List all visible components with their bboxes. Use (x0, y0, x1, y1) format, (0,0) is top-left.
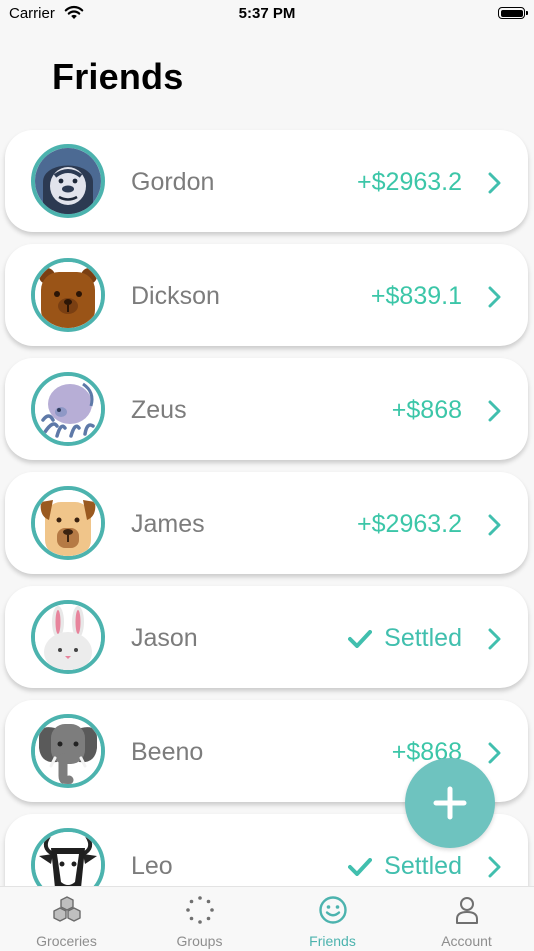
avatar (31, 144, 105, 218)
settled-status: Settled (348, 624, 462, 653)
tab-label: Account (441, 933, 492, 949)
friend-name: Zeus (131, 396, 187, 424)
tab-bar: Groceries Groups Friends Account (0, 886, 534, 951)
friend-row-jason[interactable]: Jason Settled (5, 586, 528, 688)
tab-label: Friends (309, 933, 356, 949)
friend-name: Gordon (131, 168, 215, 196)
avatar (31, 714, 105, 788)
bear-icon (35, 262, 101, 328)
chevron-right-icon (488, 400, 501, 422)
page-title: Friends (52, 56, 184, 97)
avatar (31, 486, 105, 560)
chevron-right-icon (488, 628, 501, 650)
avatar (31, 600, 105, 674)
tab-groups[interactable]: Groups (133, 887, 266, 951)
checkmark-icon (348, 857, 373, 876)
add-friend-button[interactable] (405, 758, 495, 848)
avatar (31, 372, 105, 446)
friend-name: Leo (131, 852, 173, 880)
dotted-circle-icon (185, 896, 214, 924)
friend-name: Jason (131, 624, 198, 652)
person-icon (455, 897, 478, 924)
tab-account[interactable]: Account (400, 887, 533, 951)
friend-balance: Settled (384, 624, 462, 652)
friend-name: Dickson (131, 282, 220, 310)
avatar (31, 258, 105, 332)
plus-icon (433, 786, 467, 820)
smiley-icon (318, 896, 347, 924)
checkmark-icon (348, 629, 373, 648)
boxes-icon (52, 896, 81, 922)
dog-icon (35, 490, 101, 556)
friend-row-gordon[interactable]: Gordon +$2963.2 (5, 130, 528, 232)
gorilla-icon (35, 148, 101, 214)
clock: 5:37 PM (238, 5, 296, 22)
tab-groceries[interactable]: Groceries (0, 887, 133, 951)
chevron-right-icon (488, 856, 501, 878)
friend-balance: +$868 (391, 396, 462, 424)
chevron-right-icon (488, 286, 501, 308)
chevron-right-icon (488, 172, 501, 194)
chevron-right-icon (488, 514, 501, 536)
elephant-icon (35, 718, 101, 784)
friend-balance: +$2963.2 (357, 510, 462, 538)
friend-row-james[interactable]: James +$2963.2 (5, 472, 528, 574)
battery-icon (498, 7, 528, 19)
tab-label: Groups (176, 933, 223, 949)
status-bar: Carrier 5:37 PM (0, 0, 534, 30)
settled-status: Settled (348, 852, 462, 881)
rabbit-icon (35, 604, 101, 670)
friend-row-zeus[interactable]: Zeus +$868 (5, 358, 528, 460)
chevron-right-icon (488, 742, 501, 764)
tab-label: Groceries (36, 933, 97, 949)
octopus-icon (35, 376, 101, 442)
friend-row-dickson[interactable]: Dickson +$839.1 (5, 244, 528, 346)
friend-name: Beeno (131, 738, 204, 766)
friend-balance: +$2963.2 (357, 168, 462, 196)
friend-balance: Settled (384, 852, 462, 880)
tab-friends[interactable]: Friends (266, 887, 399, 951)
friend-balance: +$839.1 (370, 282, 462, 310)
friend-name: James (131, 510, 205, 538)
